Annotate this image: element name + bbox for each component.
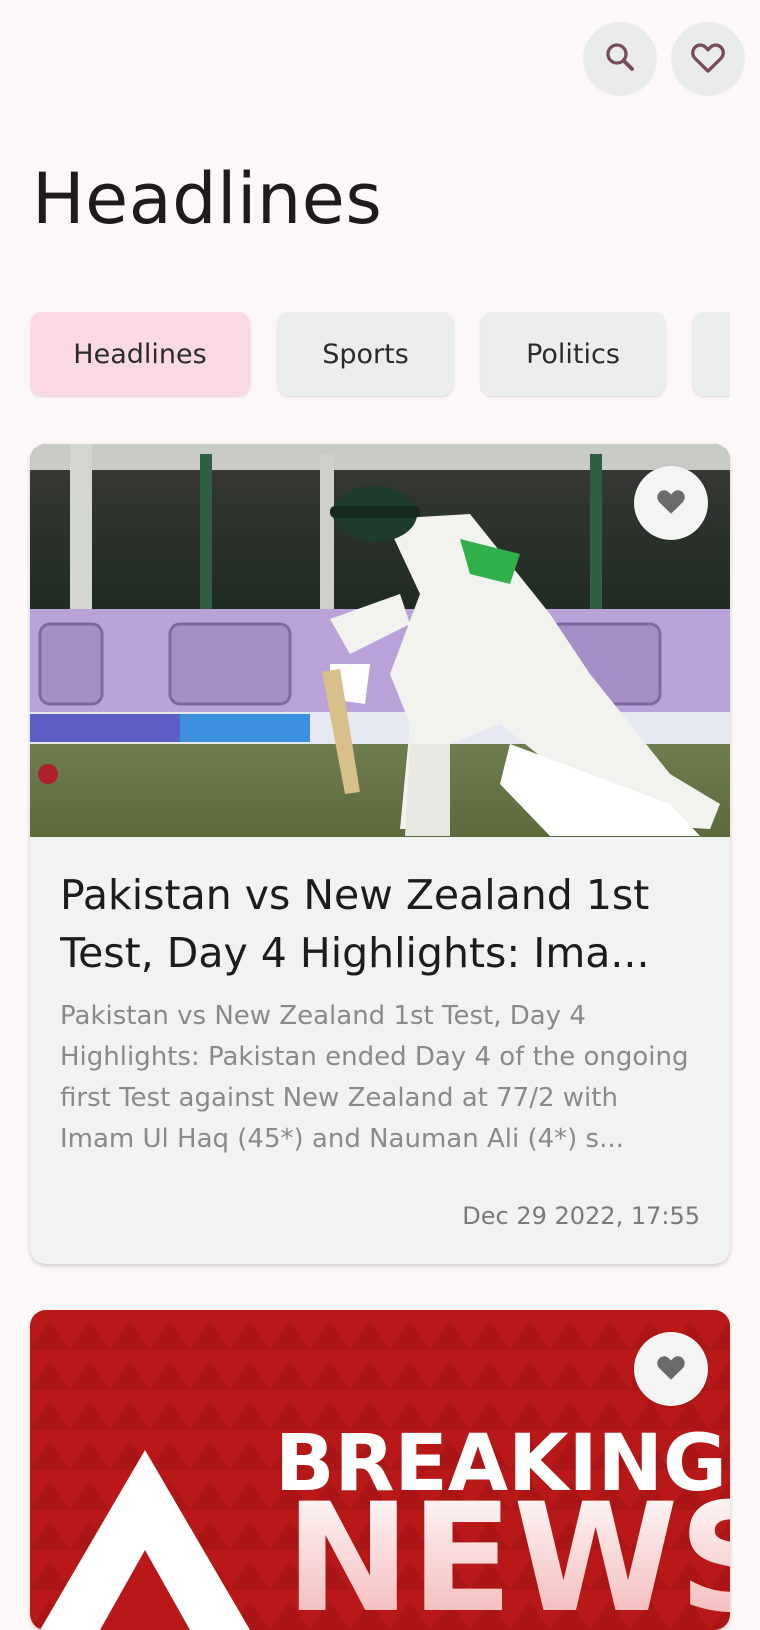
article-title: Pakistan vs New Zealand 1st Test, Day 4 …: [60, 871, 650, 977]
article-card[interactable]: Pakistan vs New Zealand 1st Test, Day 4 …: [30, 444, 730, 1264]
search-button[interactable]: [583, 22, 657, 96]
tab-sports[interactable]: Sports: [278, 312, 453, 396]
heart-filled-icon: [653, 483, 689, 523]
tab-more[interactable]: [693, 312, 730, 396]
heart-filled-icon: [653, 1349, 689, 1389]
article-image: BREAKING NEWS: [30, 1310, 730, 1630]
tab-politics[interactable]: Politics: [481, 312, 665, 396]
heart-outline-icon: [688, 37, 728, 81]
search-icon: [602, 39, 638, 79]
article-date: Dec 29 2022, 17:55: [462, 1202, 700, 1230]
news-text: NEWS: [285, 1472, 730, 1630]
category-tabs: Headlines Sports Politics: [30, 312, 730, 398]
favorites-button[interactable]: [671, 22, 745, 96]
tab-headlines[interactable]: Headlines: [30, 312, 250, 396]
article-card[interactable]: BREAKING NEWS: [30, 1310, 730, 1630]
favorite-button[interactable]: [634, 466, 708, 540]
favorite-button[interactable]: [634, 1332, 708, 1406]
page-title: Headlines: [32, 158, 383, 240]
article-image: [30, 444, 730, 837]
article-description: Pakistan vs New Zealand 1st Test, Day 4 …: [60, 1001, 689, 1154]
